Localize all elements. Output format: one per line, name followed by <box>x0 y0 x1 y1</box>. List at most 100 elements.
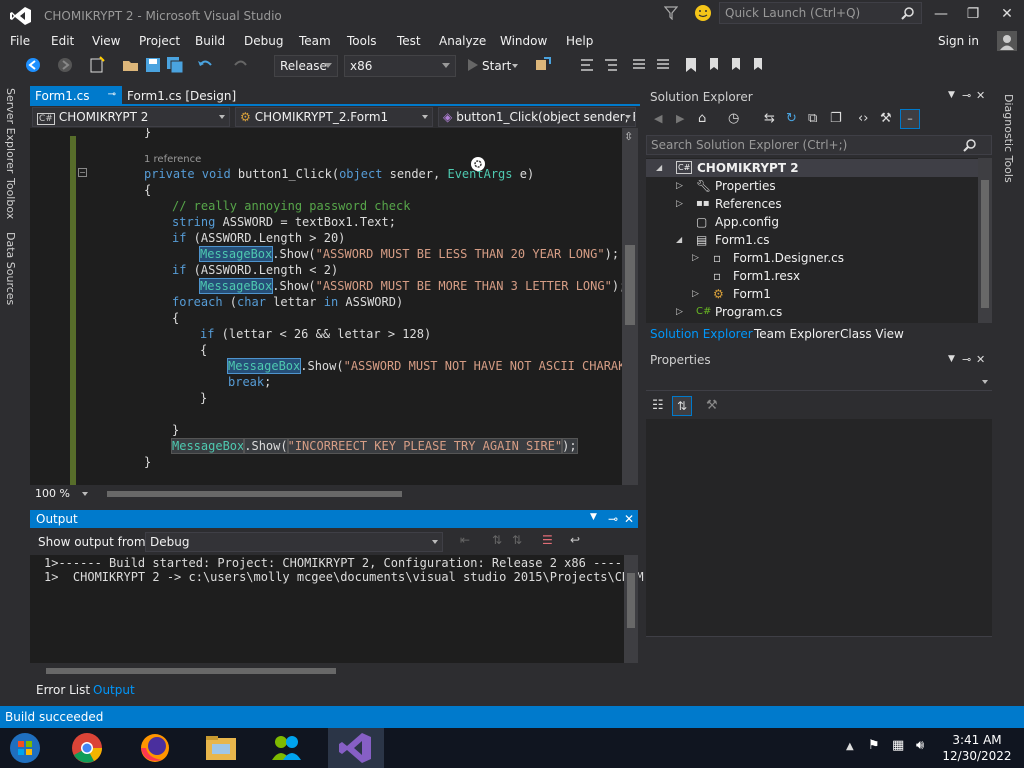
feedback-smiley-icon[interactable] <box>694 4 712 22</box>
close-window-button[interactable]: ✕ <box>992 4 1022 24</box>
solution-tree-scroll-thumb[interactable] <box>981 180 989 308</box>
tab-solution-explorer[interactable]: Solution Explorer <box>650 327 753 341</box>
diagnostic-tools-tab[interactable]: Diagnostic Tools <box>1002 94 1015 183</box>
collapsed-arrow-icon[interactable]: ▷ <box>676 303 683 321</box>
collapse-outline-icon[interactable]: − <box>78 168 87 177</box>
open-folder-icon[interactable] <box>122 56 140 74</box>
volume-icon[interactable]: 🔊︎ <box>916 738 924 753</box>
sync-icon[interactable]: ⇆ <box>764 111 775 126</box>
output-hscroll-thumb[interactable] <box>46 668 336 674</box>
collapsed-arrow-icon[interactable]: ▷ <box>676 177 683 195</box>
config-combo[interactable]: Release <box>274 55 338 77</box>
tab-team-explorer[interactable]: Team Explorer <box>754 327 840 341</box>
property-pages-icon[interactable]: ⚒ <box>706 398 718 413</box>
tab-output[interactable]: Output <box>93 683 135 697</box>
tab-form1-design[interactable]: Form1.cs [Design] <box>122 86 252 106</box>
editor-hscroll-thumb[interactable] <box>107 491 402 497</box>
properties-close-icon[interactable]: ✕ <box>976 353 985 366</box>
menu-view[interactable]: View <box>92 34 120 48</box>
output-source-combo[interactable]: Debug <box>145 532 443 552</box>
word-wrap-icon[interactable]: ↩ <box>570 533 580 547</box>
menu-project[interactable]: Project <box>139 34 180 48</box>
menu-edit[interactable]: Edit <box>51 34 74 48</box>
properties-pin-icon[interactable]: ⊸ <box>962 353 971 366</box>
member-nav-combo[interactable]: ◈ button1_Click(object sender, E <box>438 107 636 127</box>
solution-tree-scrollbar[interactable] <box>978 158 992 323</box>
system-clock[interactable]: 3:41 AM 12/30/2022 <box>938 732 1016 764</box>
collapsed-arrow-icon[interactable]: ▷ <box>692 249 699 267</box>
new-project-icon[interactable] <box>88 56 106 74</box>
visual-studio-taskbar-icon[interactable] <box>336 730 374 766</box>
server-explorer-tab[interactable]: Server Explorer <box>4 88 17 173</box>
project-nav-combo[interactable]: C# CHOMIKRYPT 2 <box>32 107 230 127</box>
data-sources-tab[interactable]: Data Sources <box>4 232 17 305</box>
format-icon[interactable] <box>602 56 620 74</box>
save-all-icon[interactable] <box>166 56 184 74</box>
tab-class-view[interactable]: Class View <box>840 327 904 341</box>
back-icon[interactable] <box>24 56 42 74</box>
reference-count[interactable]: 1 reference <box>144 154 201 165</box>
filter-icon[interactable] <box>664 6 678 20</box>
next-bookmark-icon[interactable] <box>728 56 746 74</box>
home-icon[interactable]: ⌂ <box>698 111 706 126</box>
output-find-icon[interactable]: ⇤ <box>460 533 470 547</box>
menu-window[interactable]: Window <box>500 34 547 48</box>
show-hidden-icons[interactable]: ▲ <box>846 741 854 752</box>
output-prev-icon[interactable]: ⇅ <box>492 533 502 547</box>
expanded-arrow-icon[interactable]: ◢ <box>656 159 662 177</box>
forward-icon[interactable] <box>56 56 74 74</box>
prev-bookmark-icon[interactable] <box>706 56 724 74</box>
menu-team[interactable]: Team <box>299 34 331 48</box>
action-center-flag-icon[interactable]: ⚑ <box>868 738 880 753</box>
minimize-button[interactable]: — <box>926 4 956 24</box>
redo-icon[interactable] <box>232 56 250 74</box>
properties-dropdown-icon[interactable]: ▼ <box>948 354 955 364</box>
sign-in-link[interactable]: Sign in <box>938 34 979 48</box>
pin-icon[interactable]: ⊸ <box>108 89 116 100</box>
start-play-icon[interactable] <box>464 56 482 74</box>
platform-combo[interactable]: x86 <box>344 55 456 77</box>
show-all-files-icon[interactable]: ❐ <box>830 111 842 126</box>
file-explorer-icon[interactable] <box>202 730 240 766</box>
uncomment-lines-icon[interactable] <box>654 56 672 74</box>
clear-all-icon[interactable]: ☰ <box>542 533 553 547</box>
undo-icon[interactable] <box>196 56 214 74</box>
properties-object-combo[interactable] <box>646 373 992 391</box>
output-vscroll-thumb[interactable] <box>627 573 635 628</box>
collapse-all-icon[interactable]: ⧉ <box>808 111 817 126</box>
tree-item-project[interactable]: ◢ C# CHOMIKRYPT 2 <box>646 159 978 177</box>
restore-button[interactable]: ❐ <box>958 4 988 24</box>
se-close-icon[interactable]: ✕ <box>976 89 985 102</box>
clear-bookmark-icon[interactable] <box>750 56 768 74</box>
view-code-icon[interactable]: ‹› <box>858 111 868 126</box>
output-text[interactable]: 1>------ Build started: Project: CHOMIKR… <box>30 555 644 663</box>
step-icon[interactable] <box>578 56 596 74</box>
zoom-dropdown-arrow[interactable] <box>82 492 88 496</box>
bookmark-icon[interactable] <box>682 56 700 74</box>
save-icon[interactable] <box>144 56 162 74</box>
split-editor-icon[interactable]: ⇳ <box>624 130 633 143</box>
class-nav-combo[interactable]: ⚙ CHOMIKRYPT_2.Form1 <box>235 107 433 127</box>
toolbox-tab[interactable]: Toolbox <box>4 178 17 219</box>
output-dropdown-icon[interactable]: ▼ <box>590 512 597 522</box>
output-next-icon[interactable]: ⇅ <box>512 533 522 547</box>
start-button[interactable]: Start <box>482 59 511 73</box>
menu-help[interactable]: Help <box>566 34 593 48</box>
comment-lines-icon[interactable] <box>630 56 648 74</box>
start-dropdown-arrow[interactable] <box>512 64 518 68</box>
preview-icon[interactable]: – <box>900 109 920 129</box>
tab-error-list[interactable]: Error List <box>36 683 90 697</box>
start-orb-icon[interactable] <box>6 730 44 766</box>
editor-vscroll-thumb[interactable] <box>625 245 635 325</box>
menu-test[interactable]: Test <box>397 34 421 48</box>
se-forward-icon[interactable]: ▶ <box>676 112 684 125</box>
collapsed-arrow-icon[interactable]: ▷ <box>692 285 699 303</box>
alphabetical-icon[interactable]: ⇅ <box>672 396 692 416</box>
expanded-arrow-icon[interactable]: ◢ <box>676 231 682 249</box>
output-pin-icon[interactable]: ⊸ <box>608 512 618 526</box>
se-pin-icon[interactable]: ⊸ <box>962 89 971 102</box>
categorized-icon[interactable]: ☷ <box>652 398 664 413</box>
tab-form1-cs[interactable]: Form1.cs ⊸ <box>30 86 122 106</box>
se-dropdown-icon[interactable]: ▼ <box>948 90 955 100</box>
properties-wrench-icon[interactable]: ⚒ <box>880 111 892 126</box>
